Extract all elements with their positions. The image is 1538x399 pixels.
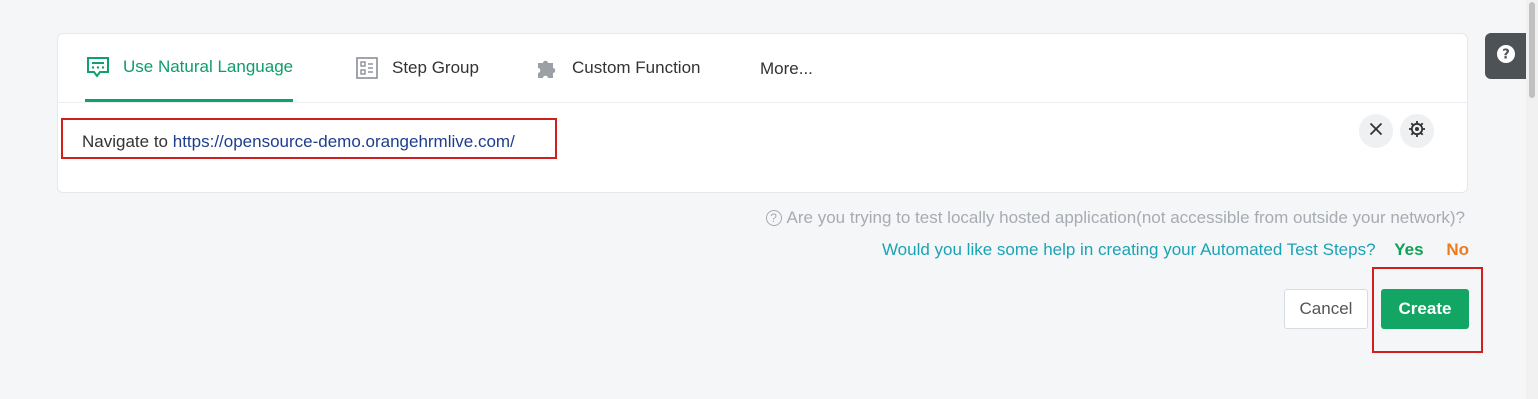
step-group-icon bbox=[354, 55, 380, 81]
cancel-button[interactable]: Cancel bbox=[1284, 289, 1368, 329]
tab-custom-function[interactable]: Custom Function bbox=[534, 34, 701, 102]
help-prompt: Would you like some help in creating you… bbox=[882, 240, 1469, 260]
local-app-hint: ? Are you trying to test locally hosted … bbox=[765, 208, 1465, 228]
step-url-text: https://opensource-demo.orangehrmlive.co… bbox=[172, 132, 515, 151]
svg-text:?: ? bbox=[1502, 47, 1510, 62]
create-button[interactable]: Create bbox=[1381, 289, 1469, 329]
step-type-tabs: Use Natural Language Step Group Custom F… bbox=[58, 34, 1467, 103]
page-scrollbar[interactable] bbox=[1526, 0, 1538, 399]
help-prompt-text: Would you like some help in creating you… bbox=[881, 240, 1376, 259]
tab-label: Custom Function bbox=[572, 58, 701, 77]
tab-more[interactable]: More... bbox=[760, 35, 813, 103]
step-settings-button[interactable] bbox=[1400, 114, 1434, 148]
tab-step-group[interactable]: Step Group bbox=[354, 34, 479, 102]
step-prefix-text: Navigate to bbox=[82, 132, 173, 151]
help-fab-button[interactable]: ? bbox=[1485, 33, 1527, 79]
chat-steps-icon bbox=[85, 54, 111, 80]
close-icon bbox=[1369, 122, 1383, 141]
tab-label: Step Group bbox=[392, 58, 479, 77]
clear-step-button[interactable] bbox=[1359, 114, 1393, 148]
help-no-link[interactable]: No bbox=[1446, 240, 1469, 259]
step-editor-card: Use Natural Language Step Group Custom F… bbox=[57, 33, 1468, 193]
puzzle-icon bbox=[534, 55, 560, 81]
step-text-editor[interactable]: Navigate to https://opensource-demo.oran… bbox=[82, 132, 515, 152]
gear-icon bbox=[1408, 120, 1426, 143]
tab-use-natural-language[interactable]: Use Natural Language bbox=[85, 34, 294, 102]
question-circle-icon: ? bbox=[765, 210, 782, 226]
scrollbar-thumb[interactable] bbox=[1529, 2, 1535, 98]
help-question-icon: ? bbox=[1496, 44, 1516, 69]
tab-label: More... bbox=[760, 59, 813, 78]
tab-label: Use Natural Language bbox=[123, 56, 294, 76]
local-app-hint-text: Are you trying to test locally hosted ap… bbox=[786, 208, 1465, 227]
help-yes-link[interactable]: Yes bbox=[1394, 240, 1423, 259]
